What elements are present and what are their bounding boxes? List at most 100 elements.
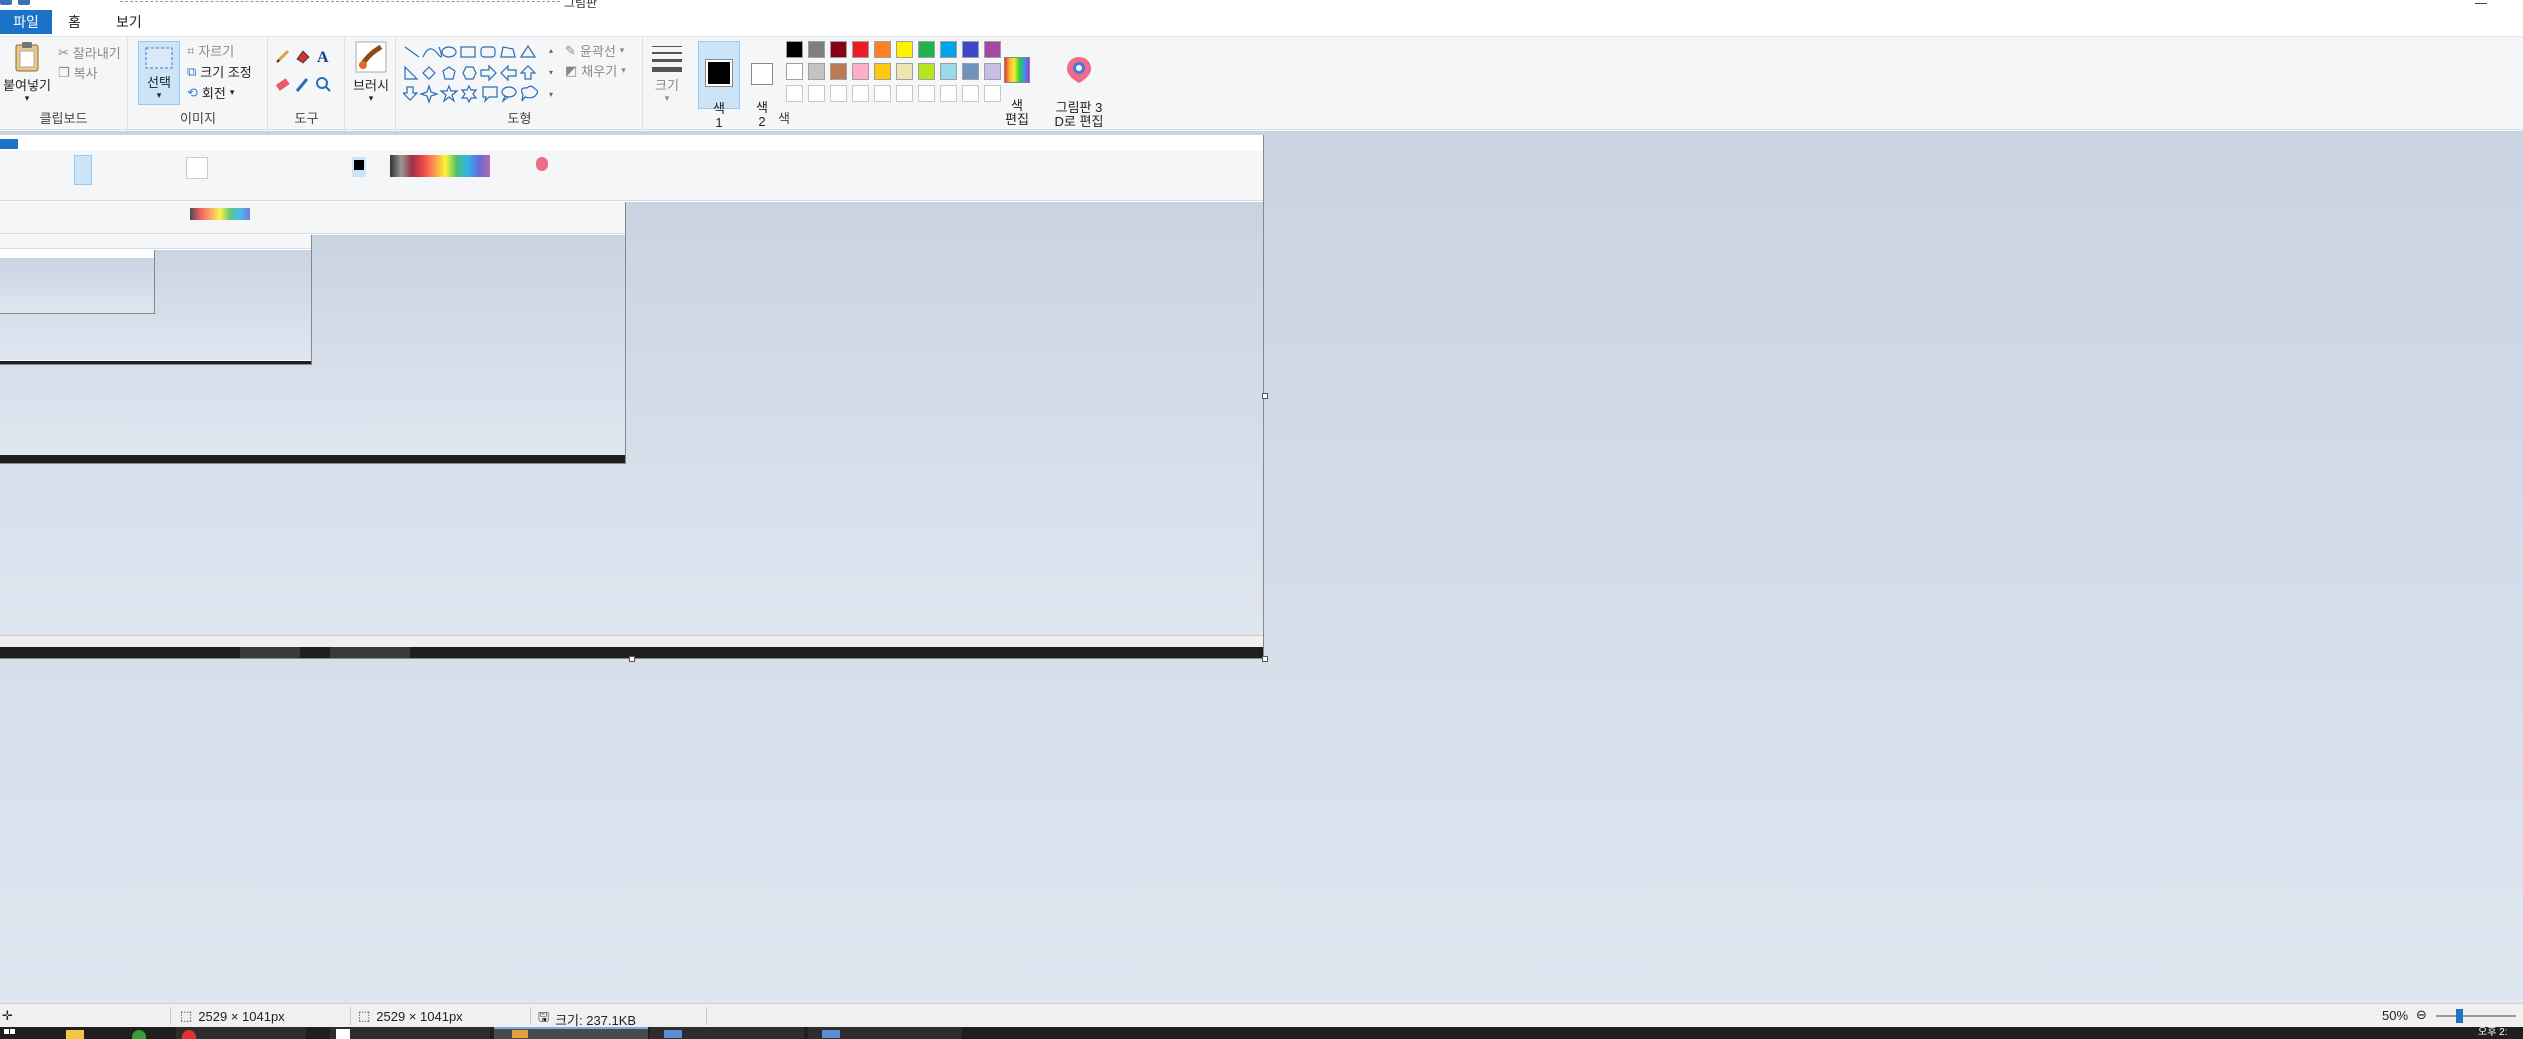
shapes-gallery[interactable]: ▴ ▾ ▾ <box>403 43 559 105</box>
arrow-left-shape-icon[interactable] <box>500 64 517 82</box>
taskbar-paint[interactable] <box>494 1027 648 1039</box>
undo-icon[interactable] <box>18 0 30 5</box>
color-swatch[interactable] <box>896 41 913 58</box>
taskbar-app-4[interactable] <box>808 1027 962 1039</box>
star4-shape-icon[interactable] <box>419 84 439 104</box>
paste-button[interactable]: 붙여넣기 ▾ <box>2 41 52 103</box>
polygon-shape-icon[interactable] <box>500 46 516 58</box>
custom-color-slot[interactable] <box>830 85 847 102</box>
color-swatch[interactable] <box>830 41 847 58</box>
color-picker-icon[interactable] <box>295 78 309 92</box>
tab-view[interactable]: 보기 <box>104 10 154 34</box>
fill-bucket-icon[interactable] <box>296 50 310 64</box>
callout-rect-shape-icon[interactable] <box>482 86 498 103</box>
minimize-icon[interactable] <box>2475 0 2487 4</box>
resize-button[interactable]: ⧉ 크기 조정 <box>187 62 252 81</box>
cut-button[interactable]: ✂ 잘라내기 <box>58 43 121 62</box>
star6-shape-icon[interactable] <box>460 84 478 104</box>
chevron-down-icon[interactable]: ▾ <box>549 68 553 77</box>
canvas-workspace[interactable] <box>0 131 2523 1003</box>
rounded-rectangle-shape-icon[interactable] <box>480 46 496 58</box>
color-swatch[interactable] <box>940 41 957 58</box>
color-swatch[interactable] <box>984 41 1001 58</box>
color-swatch[interactable] <box>984 63 1001 80</box>
zoom-slider-thumb[interactable] <box>2456 1009 2463 1023</box>
taskbar-app-3[interactable] <box>650 1027 804 1039</box>
edit-with-paint3d-button[interactable]: 그림판 3 D로 편집 <box>1047 41 1111 129</box>
magnifier-icon[interactable] <box>316 77 331 92</box>
color-swatch[interactable] <box>874 63 891 80</box>
color-swatch[interactable] <box>896 63 913 80</box>
color-swatch[interactable] <box>852 41 869 58</box>
custom-color-slot[interactable] <box>874 85 891 102</box>
star5-shape-icon[interactable] <box>439 84 459 103</box>
arrow-down-shape-icon[interactable] <box>403 86 419 101</box>
color-swatch[interactable] <box>786 41 803 58</box>
color-swatch[interactable] <box>830 63 847 80</box>
color-swatch[interactable] <box>874 41 891 58</box>
color-swatch[interactable] <box>918 63 935 80</box>
callout-cloud-shape-icon[interactable] <box>521 85 539 102</box>
taskbar-explorer[interactable] <box>60 1027 90 1039</box>
custom-color-slot[interactable] <box>852 85 869 102</box>
hexagon-shape-icon[interactable] <box>462 66 477 80</box>
custom-color-slot[interactable] <box>940 85 957 102</box>
brush-button[interactable]: 브러시 ▾ <box>348 41 394 103</box>
tab-home[interactable]: 홈 <box>56 10 93 34</box>
pencil-icon[interactable] <box>276 49 290 63</box>
select-button[interactable]: 선택 ▾ <box>138 41 180 105</box>
fill-button[interactable]: ◩ 채우기 ▾ <box>565 61 626 80</box>
right-triangle-shape-icon[interactable] <box>404 65 419 80</box>
expand-gallery-icon[interactable]: ▾ <box>549 90 553 99</box>
custom-color-slot[interactable] <box>808 85 825 102</box>
taskbar-app-1[interactable] <box>176 1027 306 1039</box>
save-icon[interactable] <box>0 0 12 5</box>
resize-handle-bottom[interactable] <box>629 656 635 662</box>
color-swatch[interactable] <box>808 41 825 58</box>
zoom-out-button[interactable]: ⊖ <box>2416 1007 2427 1023</box>
curve-shape-icon[interactable] <box>422 46 443 58</box>
pentagon-shape-icon[interactable] <box>442 66 456 80</box>
rotate-button[interactable]: ⟲ 회전 ▾ <box>187 83 234 102</box>
outline-button[interactable]: ✎ 윤곽선 ▾ <box>565 41 624 60</box>
size-button[interactable]: 크기 ▾ <box>648 43 686 103</box>
color-swatch[interactable] <box>852 63 869 80</box>
tab-file[interactable]: 파일 <box>0 10 52 34</box>
custom-color-slot[interactable] <box>896 85 913 102</box>
drawing-canvas[interactable] <box>0 135 1264 659</box>
quick-access-toolbar[interactable] <box>0 0 30 6</box>
zoom-slider-track[interactable] <box>2436 1015 2516 1017</box>
custom-color-slot[interactable] <box>984 85 1001 102</box>
line-shape-icon[interactable] <box>404 46 420 58</box>
oval-shape-icon[interactable] <box>441 46 457 58</box>
arrow-right-shape-icon[interactable] <box>480 64 497 82</box>
color-swatch[interactable] <box>940 63 957 80</box>
color2-button[interactable]: 색 2 <box>744 41 780 129</box>
eraser-icon[interactable] <box>275 78 290 91</box>
custom-color-slot[interactable] <box>918 85 935 102</box>
chevron-up-icon[interactable]: ▴ <box>549 46 553 55</box>
custom-color-slot[interactable] <box>962 85 979 102</box>
resize-handle-right[interactable] <box>1262 393 1268 399</box>
clock[interactable]: 오후 2: <box>2478 1027 2523 1039</box>
arrow-up-shape-icon[interactable] <box>519 65 537 80</box>
color-swatch[interactable] <box>808 63 825 80</box>
resize-handle-corner[interactable] <box>1262 656 1268 662</box>
taskbar-browser[interactable] <box>126 1027 156 1039</box>
color-swatch[interactable] <box>962 41 979 58</box>
copy-button[interactable]: ❐ 복사 <box>58 63 98 82</box>
text-icon[interactable]: A <box>317 49 329 66</box>
color-swatch[interactable] <box>786 63 803 80</box>
crop-button[interactable]: ⌗ 자르기 <box>187 41 234 60</box>
start-button[interactable] <box>2 1027 28 1039</box>
color1-button[interactable]: 색 1 <box>698 41 740 130</box>
edit-colors-button[interactable]: 색 편집 <box>1002 41 1032 127</box>
taskbar-app-2[interactable] <box>330 1027 490 1039</box>
triangle-shape-icon[interactable] <box>519 44 537 58</box>
color-swatch[interactable] <box>918 41 935 58</box>
color-swatch[interactable] <box>962 63 979 80</box>
diamond-shape-icon[interactable] <box>422 66 436 80</box>
rectangle-shape-icon[interactable] <box>460 46 476 58</box>
custom-color-slot[interactable] <box>786 85 803 102</box>
callout-oval-shape-icon[interactable] <box>501 86 517 103</box>
